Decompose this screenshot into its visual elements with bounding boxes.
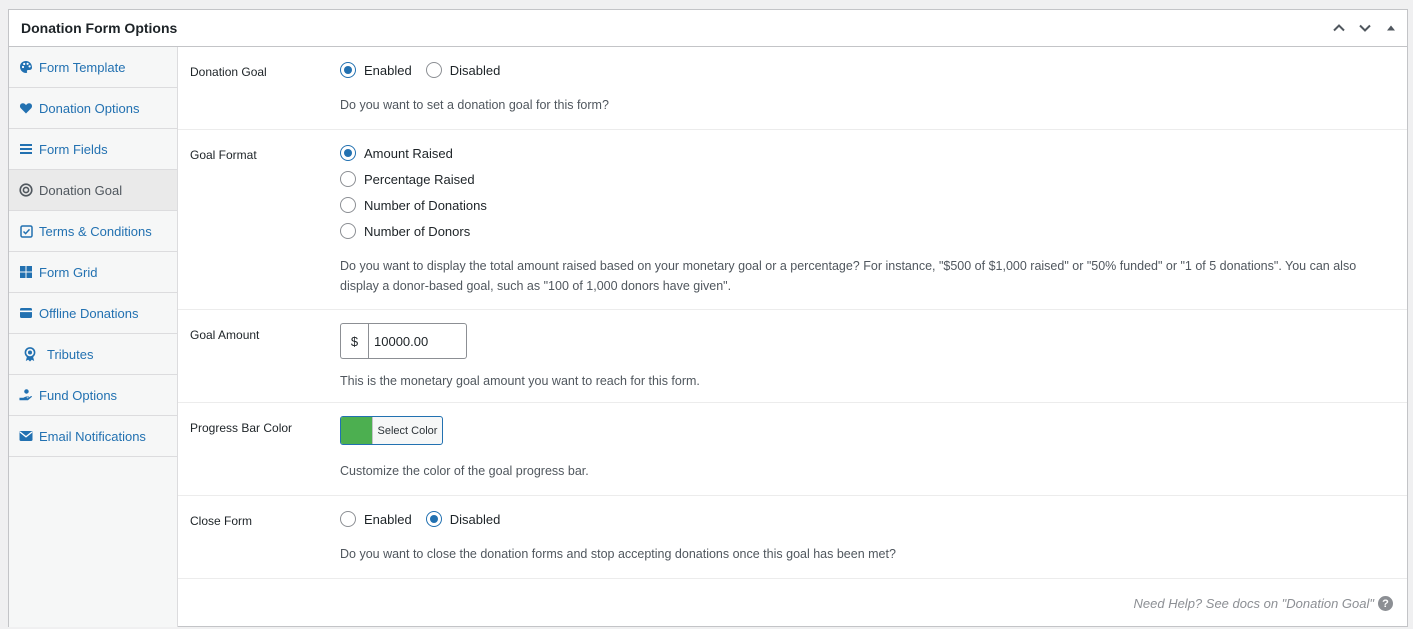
chevron-down-icon[interactable] xyxy=(1357,20,1373,36)
select-color-label: Select Color xyxy=(372,417,442,444)
radio-label: Amount Raised xyxy=(364,145,453,161)
field-label: Progress Bar Color xyxy=(190,421,293,435)
sidebar-item-label: Form Fields xyxy=(39,141,108,157)
chevron-up-icon[interactable] xyxy=(1331,20,1347,36)
radio-label: Percentage Raised xyxy=(364,171,475,187)
donation-goal-row: Donation Goal Enabled Disabled Do you wa… xyxy=(178,47,1407,130)
target-icon xyxy=(19,183,33,197)
sidebar-item-form-template[interactable]: Form Template xyxy=(9,47,177,88)
radio-unselected-icon[interactable] xyxy=(340,223,356,239)
close-form-field: Enabled Disabled Do you want to close th… xyxy=(340,496,1395,578)
sidebar-item-label: Form Grid xyxy=(39,264,98,280)
progress-bar-color-field: Select Color Customize the color of the … xyxy=(340,403,1395,495)
radio-unselected-icon[interactable] xyxy=(340,197,356,213)
radio-label: Disabled xyxy=(449,62,501,78)
heart-icon xyxy=(19,101,33,115)
radio-label: Number of Donors xyxy=(364,223,471,239)
donation-goal-enabled-radio[interactable]: Enabled xyxy=(340,62,412,78)
award-icon xyxy=(23,346,37,361)
close-form-enabled-radio[interactable]: Enabled xyxy=(340,511,412,527)
progress-bar-color-row: Progress Bar Color Select Color Customiz… xyxy=(178,403,1407,496)
sidebar-item-form-fields[interactable]: Form Fields xyxy=(9,129,177,170)
panel-title: Donation Form Options xyxy=(21,20,178,36)
sidebar-item-donation-options[interactable]: Donation Options xyxy=(9,88,177,129)
color-swatch xyxy=(341,417,372,444)
sidebar-item-tributes[interactable]: Tributes xyxy=(9,334,177,375)
sidebar-item-form-grid[interactable]: Form Grid xyxy=(9,252,177,293)
goal-format-radio-group: Amount Raised Percentage Raised Number o… xyxy=(340,145,1395,239)
radio-unselected-icon[interactable] xyxy=(340,171,356,187)
goal-amount-input-group: $ xyxy=(340,323,1395,359)
question-circle-icon[interactable]: ? xyxy=(1378,596,1393,611)
field-description: This is the monetary goal amount you wan… xyxy=(340,374,700,388)
select-color-button[interactable]: Select Color xyxy=(340,416,443,445)
sidebar-item-label: Email Notifications xyxy=(39,428,146,444)
credit-card-icon xyxy=(19,306,33,320)
goal-format-field: Amount Raised Percentage Raised Number o… xyxy=(340,130,1395,309)
radio-unselected-icon[interactable] xyxy=(425,62,442,78)
goal-amount-row: Goal Amount $ This is the monetary goal … xyxy=(178,310,1407,403)
sidebar-item-terms-conditions[interactable]: Terms & Conditions xyxy=(9,211,177,252)
hand-coin-icon xyxy=(19,388,33,402)
sidebar-item-label: Donation Goal xyxy=(39,182,123,198)
radio-label: Enabled xyxy=(364,62,412,78)
triangle-up-icon[interactable] xyxy=(1383,20,1399,36)
donation-goal-disabled-radio[interactable]: Disabled xyxy=(425,62,501,78)
radio-label: Enabled xyxy=(364,511,412,527)
goal-format-number-of-donors-radio[interactable]: Number of Donors xyxy=(340,223,1381,239)
panel-header: Donation Form Options xyxy=(9,10,1407,47)
radio-selected-icon[interactable] xyxy=(340,145,356,161)
field-label: Goal Format xyxy=(190,148,257,162)
field-description: Do you want to close the donation forms … xyxy=(340,547,896,561)
goal-format-amount-raised-radio[interactable]: Amount Raised xyxy=(340,145,1381,161)
field-description: Do you want to display the total amount … xyxy=(340,259,1357,293)
close-form-row: Close Form Enabled Disabled Do you want … xyxy=(178,496,1407,579)
radio-label: Disabled xyxy=(449,511,501,527)
goal-format-number-of-donations-radio[interactable]: Number of Donations xyxy=(340,197,1381,213)
donation-goal-field: Enabled Disabled Do you want to set a do… xyxy=(340,47,1395,129)
header-controls xyxy=(1331,20,1399,36)
sidebar-item-label: Form Template xyxy=(39,59,126,75)
goal-format-row: Goal Format Amount Raised Percentage Rai… xyxy=(178,130,1407,310)
checkbox-icon xyxy=(19,224,33,238)
sidebar-item-label: Terms & Conditions xyxy=(39,223,152,239)
sidebar-item-label: Fund Options xyxy=(39,387,118,403)
radio-selected-icon[interactable] xyxy=(425,511,442,527)
field-description: Customize the color of the goal progress… xyxy=(340,464,589,478)
options-sidebar: Form Template Donation Options Form Fiel… xyxy=(9,47,178,627)
field-label: Close Form xyxy=(190,514,253,528)
donation-form-options-panel: Donation Form Options Form Template Dona… xyxy=(8,9,1408,627)
sidebar-item-label: Offline Donations xyxy=(39,305,139,321)
sidebar-item-fund-options[interactable]: Fund Options xyxy=(9,375,177,416)
goal-amount-input[interactable] xyxy=(368,323,467,359)
donation-goal-settings: Donation Goal Enabled Disabled Do you wa… xyxy=(178,47,1407,627)
radio-label: Number of Donations xyxy=(364,197,487,213)
radio-selected-icon[interactable] xyxy=(340,62,356,78)
help-link[interactable]: Need Help? See docs on "Donation Goal" ? xyxy=(1134,596,1393,611)
sidebar-item-label: Tributes xyxy=(47,346,94,362)
panel-body: Form Template Donation Options Form Fiel… xyxy=(9,47,1407,627)
field-description: Do you want to set a donation goal for t… xyxy=(340,98,609,112)
palette-icon xyxy=(19,60,33,74)
field-label: Goal Amount xyxy=(190,328,260,342)
grid-icon xyxy=(19,265,33,279)
sidebar-item-offline-donations[interactable]: Offline Donations xyxy=(9,293,177,334)
list-icon xyxy=(19,142,33,156)
sidebar-item-label: Donation Options xyxy=(39,100,140,116)
sidebar-item-email-notifications[interactable]: Email Notifications xyxy=(9,416,177,457)
goal-amount-field: $ This is the monetary goal amount you w… xyxy=(340,310,1395,402)
radio-unselected-icon[interactable] xyxy=(340,511,356,527)
field-label: Donation Goal xyxy=(190,65,267,79)
close-form-radio-group: Enabled Disabled xyxy=(340,511,1395,527)
envelope-icon xyxy=(19,429,33,443)
help-text[interactable]: Need Help? See docs on "Donation Goal" xyxy=(1134,596,1375,611)
close-form-disabled-radio[interactable]: Disabled xyxy=(425,511,501,527)
donation-goal-radio-group: Enabled Disabled xyxy=(340,62,1395,78)
sidebar-item-donation-goal[interactable]: Donation Goal xyxy=(9,170,177,211)
currency-symbol: $ xyxy=(340,323,368,359)
goal-format-percentage-raised-radio[interactable]: Percentage Raised xyxy=(340,171,1381,187)
